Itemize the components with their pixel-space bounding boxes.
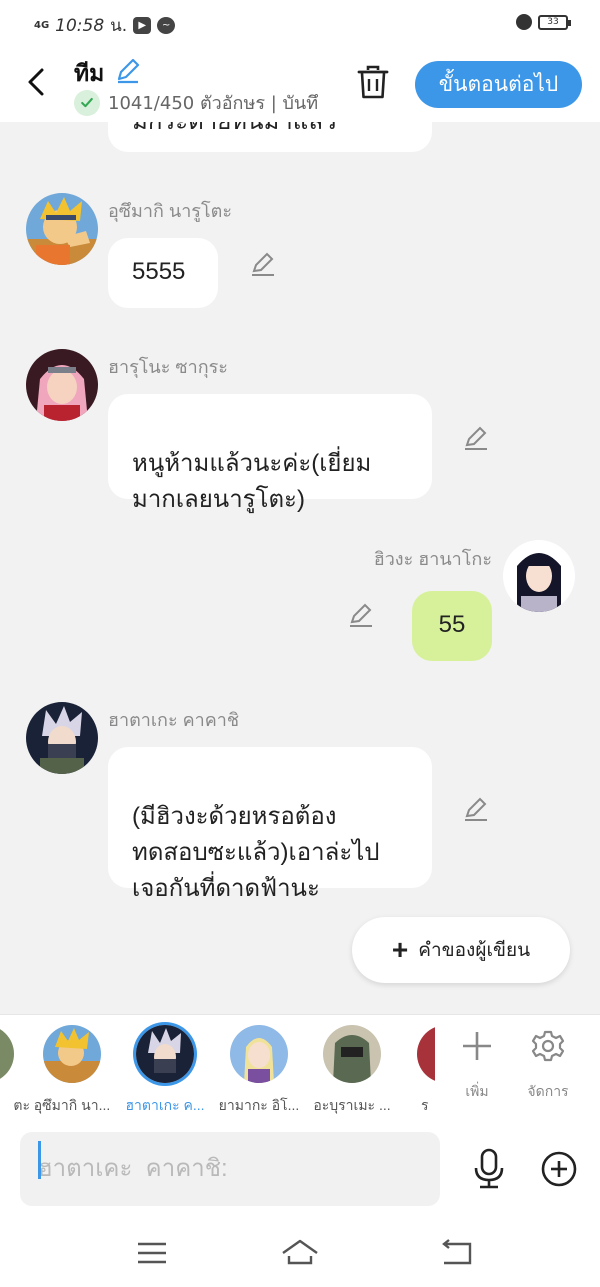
character-item[interactable]: ฮาตาเกะ ค... xyxy=(120,1025,210,1117)
character-label: อะบุราเมะ ... xyxy=(313,1097,391,1113)
message-text: (มีฮิวงะด้วยหรอต้อง ทดสอบซะแล้ว)เอาล่ะไป… xyxy=(132,803,380,902)
text-caret xyxy=(38,1141,41,1179)
message-bubble[interactable]: 55 xyxy=(412,591,492,661)
character-avatar xyxy=(417,1025,435,1083)
message-input[interactable] xyxy=(20,1132,440,1206)
sender-name: อุซึมากิ นารูโตะ xyxy=(108,201,233,221)
clock-meridiem: น. xyxy=(110,16,128,36)
pencil-icon xyxy=(465,797,487,821)
character-item[interactable]: อะบุราเมะ ... xyxy=(307,1025,397,1117)
character-item[interactable]: อุซึมากิ นา... xyxy=(27,1025,117,1117)
character-avatar xyxy=(323,1025,381,1083)
character-label: ร xyxy=(421,1097,429,1113)
char-count-row: 1041/450 ตัวอักษร | บันทึ xyxy=(74,88,334,117)
status-right: 33 xyxy=(516,14,571,30)
manage-label: จัดการ xyxy=(527,1083,569,1099)
add-character-button[interactable]: เพิ่ม xyxy=(447,1029,507,1103)
input-bar xyxy=(0,1122,600,1220)
back-nav-button[interactable] xyxy=(436,1236,476,1270)
message-text: มีกระต่ายหนีมาแล้ว xyxy=(132,122,336,135)
page-title: ทีม xyxy=(74,60,105,86)
message-bubble[interactable]: 5555 xyxy=(108,238,218,308)
menu-icon xyxy=(138,1242,166,1264)
avatar[interactable] xyxy=(503,540,575,612)
character-label: ฮาตาเกะ ค... xyxy=(125,1097,205,1113)
edit-message-button[interactable] xyxy=(249,250,277,278)
character-label: อุซึมากิ นา... xyxy=(33,1097,111,1113)
check-icon xyxy=(74,89,100,116)
character-avatar xyxy=(230,1025,288,1083)
home-button[interactable] xyxy=(280,1236,320,1270)
character-strip: ตะ อุซึมากิ นา... ฮาตาเกะ ค... ยามากะ อิ… xyxy=(0,1014,600,1122)
trash-icon xyxy=(357,65,389,99)
message-bubble[interactable]: หนูห้ามแล้วนะค่ะ(เยี่ยม มากเลยนารูโตะ) xyxy=(108,394,432,513)
pencil-icon xyxy=(350,603,372,627)
home-icon xyxy=(282,1239,318,1265)
character-item[interactable]: ร xyxy=(395,1025,435,1117)
alarm-icon xyxy=(516,14,532,30)
character-item[interactable]: ตะ xyxy=(0,1025,30,1117)
add-circle-icon xyxy=(541,1151,577,1187)
character-avatar-selected xyxy=(136,1025,194,1083)
character-label: ยามากะ อิโ... xyxy=(218,1097,300,1113)
voice-input-button[interactable] xyxy=(470,1148,508,1190)
battery-icon: 33 xyxy=(538,14,571,30)
chevron-left-icon xyxy=(28,68,44,96)
add-label: เพิ่ม xyxy=(465,1083,489,1099)
character-avatar xyxy=(43,1025,101,1083)
clock-time: 10:58 xyxy=(55,15,105,36)
status-bar: 4G 10:58 น. ▶ ~ 33 xyxy=(0,0,600,46)
plus-icon: + xyxy=(391,934,409,965)
back-arrow-icon xyxy=(442,1239,472,1265)
character-avatar xyxy=(0,1025,14,1083)
video-app-icon: ▶ xyxy=(133,17,152,34)
message-text: หนูห้ามแล้วนะค่ะ(เยี่ยม มากเลยนารูโตะ) xyxy=(132,450,372,513)
app-header: ทีม 1041/450 ตัวอักษร | บันทึ ขั้นตอนต่อ… xyxy=(0,46,600,122)
delete-button[interactable] xyxy=(356,64,390,102)
status-left: 4G 10:58 น. ▶ ~ xyxy=(34,12,176,39)
edit-message-button[interactable] xyxy=(462,424,490,452)
chat-area[interactable]: มีกระต่ายหนีมาแล้ว อุซึมากิ นารูโตะ 5555… xyxy=(0,122,600,1014)
sender-name: ฮารุโนะ ซากุระ xyxy=(108,357,228,377)
avatar[interactable] xyxy=(26,702,98,774)
plus-icon xyxy=(463,1032,491,1060)
author-note-button[interactable]: + คำของผู้เขียน xyxy=(352,917,570,983)
battery-level: 33 xyxy=(547,16,559,27)
pencil-icon xyxy=(252,252,274,276)
char-count-text: 1041/450 ตัวอักษร | บันทึ xyxy=(108,93,319,114)
system-nav-bar xyxy=(0,1220,600,1287)
edit-message-button[interactable] xyxy=(347,601,375,629)
back-button[interactable] xyxy=(22,62,52,102)
pencil-icon xyxy=(117,58,140,84)
avatar[interactable] xyxy=(26,193,98,265)
character-label: ตะ xyxy=(13,1097,30,1113)
menu-button[interactable] xyxy=(132,1236,172,1270)
next-step-button[interactable]: ขั้นตอนต่อไป xyxy=(415,61,582,108)
author-note-label: คำของผู้เขียน xyxy=(418,940,531,961)
edit-message-button[interactable] xyxy=(462,795,490,823)
message-text: 55 xyxy=(438,611,466,638)
avatar[interactable] xyxy=(26,349,98,421)
messenger-icon: ~ xyxy=(157,17,176,34)
gear-icon xyxy=(531,1030,565,1062)
sender-name: ฮิวงะ ฮานาโกะ xyxy=(373,549,492,569)
sender-name: ฮาตาเกะ คาคาชิ xyxy=(108,710,240,730)
pencil-icon xyxy=(465,426,487,450)
character-item[interactable]: ยามากะ อิโ... xyxy=(214,1025,304,1117)
message-text: 5555 xyxy=(132,258,186,285)
manage-characters-button[interactable]: จัดการ xyxy=(518,1029,578,1103)
add-attachment-button[interactable] xyxy=(540,1150,578,1188)
microphone-icon xyxy=(474,1148,504,1189)
network-indicator: 4G xyxy=(34,20,50,31)
message-bubble[interactable]: มีกระต่ายหนีมาแล้ว xyxy=(108,122,432,152)
message-bubble[interactable]: (มีฮิวงะด้วยหรอต้อง ทดสอบซะแล้ว)เอาล่ะไป… xyxy=(108,747,432,902)
message-input-box[interactable] xyxy=(20,1132,440,1206)
edit-title-button[interactable] xyxy=(114,56,142,84)
